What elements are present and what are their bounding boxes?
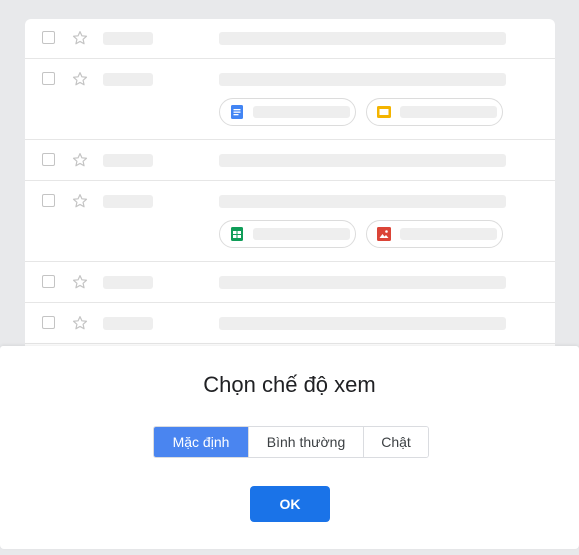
subject-placeholder (219, 73, 506, 86)
email-row (25, 19, 555, 59)
attachment-chip (366, 220, 503, 248)
attachment-name-placeholder (400, 106, 497, 118)
star-icon (72, 31, 88, 45)
attachment-name-placeholder (253, 106, 350, 118)
email-row (25, 140, 555, 181)
dialog-title: Chọn chế độ xem (203, 372, 376, 397)
attachment-name-placeholder (400, 228, 497, 240)
checkbox-icon (42, 72, 55, 85)
slides-icon (377, 106, 391, 118)
checkbox-icon (42, 31, 55, 44)
sender-placeholder (103, 317, 153, 330)
subject-placeholder (219, 195, 506, 208)
email-row (25, 59, 555, 140)
attachment-chip (219, 220, 356, 248)
subject-placeholder (219, 317, 506, 330)
attachment-chip (219, 98, 356, 126)
subject-placeholder (219, 154, 506, 167)
star-icon (72, 153, 88, 167)
email-row (25, 262, 555, 303)
sender-placeholder (103, 195, 153, 208)
docs-icon (231, 105, 243, 119)
checkbox-icon (42, 194, 55, 207)
checkbox-icon (42, 316, 55, 329)
checkbox-icon (42, 153, 55, 166)
sender-placeholder (103, 154, 153, 167)
option-default-button[interactable]: Mặc định (154, 427, 248, 457)
email-row (25, 303, 555, 344)
checkbox-icon (42, 275, 55, 288)
subject-placeholder (219, 276, 506, 289)
ok-button[interactable]: OK (250, 486, 330, 522)
star-icon (72, 275, 88, 289)
sender-placeholder (103, 276, 153, 289)
attachment-name-placeholder (253, 228, 350, 240)
density-options: Mặc định Bình thường Chật (153, 426, 429, 458)
option-compact-button[interactable]: Chật (363, 427, 428, 457)
inbox-preview (25, 19, 555, 359)
star-icon (72, 194, 88, 208)
option-comfortable-button[interactable]: Bình thường (248, 427, 363, 457)
photo-icon (377, 227, 391, 241)
star-icon (72, 72, 88, 86)
star-icon (72, 316, 88, 330)
density-dialog: Chọn chế độ xem Mặc định Bình thường Chậ… (0, 346, 579, 549)
attachment-chip (366, 98, 503, 126)
sender-placeholder (103, 73, 153, 86)
sender-placeholder (103, 32, 153, 45)
sheets-icon (231, 227, 243, 241)
subject-placeholder (219, 32, 506, 45)
email-row (25, 181, 555, 262)
